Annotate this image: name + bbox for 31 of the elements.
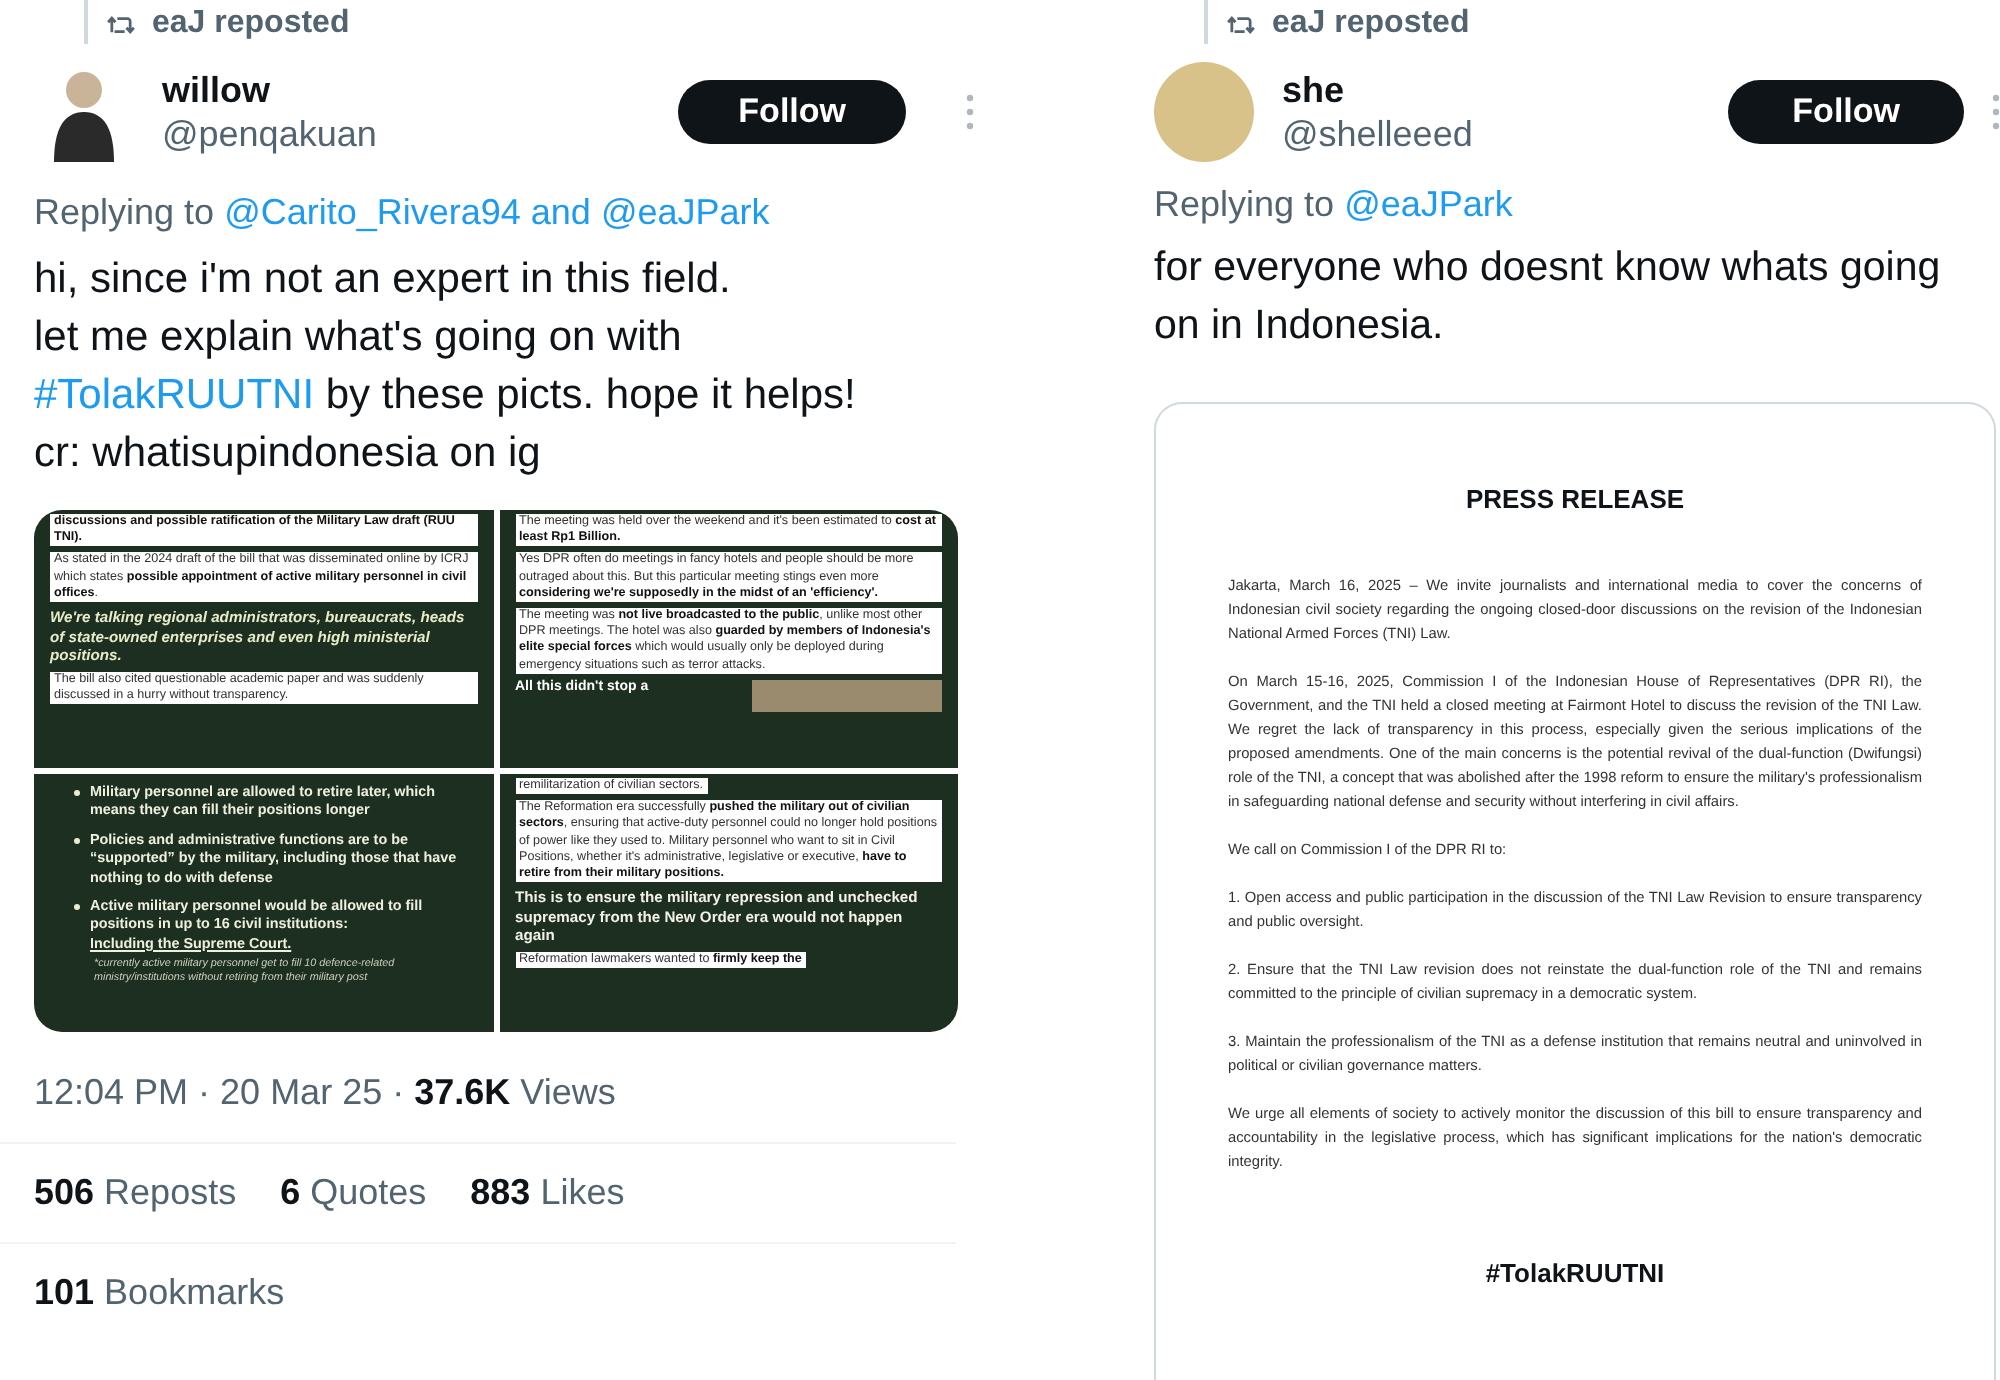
engagement-stat[interactable]: 883 Likes bbox=[470, 1172, 625, 1214]
display-name[interactable]: willow bbox=[162, 68, 679, 112]
reply-context: Replying to @Carito_Rivera94 and @eaJPark bbox=[34, 192, 772, 234]
tweet-text: for everyone who doesnt know whats going on in Indonesia. bbox=[1154, 242, 1943, 352]
engagement-stat[interactable]: 101 Bookmarks bbox=[34, 1272, 285, 1314]
engagement-stat[interactable]: 506 Reposts bbox=[34, 1172, 237, 1214]
bullet-dot bbox=[74, 790, 80, 796]
infographic-slide[interactable] bbox=[34, 510, 493, 768]
bullet-dot bbox=[74, 837, 80, 844]
repost-icon bbox=[106, 13, 136, 35]
document-title: PRESS RELEASE bbox=[1465, 484, 1685, 514]
repost-icon bbox=[1226, 13, 1256, 35]
tweet-text: hi, since i'm not an expert in this field. let me explain what's going on with #TolakRUUTNI by these picts. hope it helps! cr: whatisupindonesia on ig bbox=[34, 254, 858, 480]
thread-line bbox=[84, 0, 88, 44]
reply-context: Replying to @eaJPark bbox=[1154, 184, 1515, 226]
infographic-slide[interactable] bbox=[499, 510, 958, 768]
display-name[interactable]: she bbox=[1282, 68, 1729, 112]
document-card[interactable] bbox=[1154, 402, 1996, 1380]
follow-button[interactable]: Follow bbox=[1728, 80, 1964, 144]
user-handle[interactable]: @shelleeed bbox=[1282, 112, 1729, 156]
thread-line bbox=[1204, 0, 1208, 44]
repost-label: eaJ reposted bbox=[1272, 6, 1470, 42]
engagement-stat[interactable]: 6 Quotes bbox=[280, 1172, 427, 1214]
tweet-timestamp: 12:04 PM · 20 Mar 25 · 37.6K Views bbox=[34, 1072, 618, 1114]
bullet-dot bbox=[74, 904, 80, 911]
infographic-slide[interactable] bbox=[34, 774, 493, 1032]
document-hashtag: #TolakRUUTNI bbox=[1485, 1258, 1665, 1288]
user-handle[interactable]: @penqakuan bbox=[162, 112, 679, 156]
repost-label: eaJ reposted bbox=[152, 6, 350, 42]
infographic-slide[interactable] bbox=[499, 774, 958, 1032]
follow-button[interactable]: Follow bbox=[678, 80, 906, 144]
